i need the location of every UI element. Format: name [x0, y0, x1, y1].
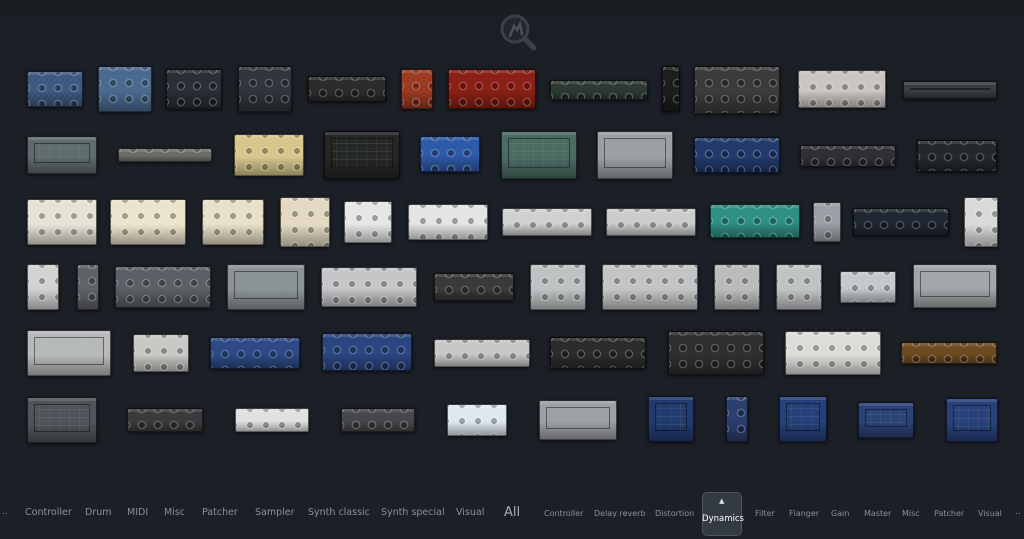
- tab-all[interactable]: All: [504, 505, 520, 520]
- tab-instrument-visual[interactable]: Visual: [456, 507, 484, 518]
- plugin-thumb-orange-tube-unit-6[interactable]: [401, 69, 433, 109]
- plugin-thumb-gray-matrix-19[interactable]: [597, 131, 673, 179]
- plugin-thumb-red-orb-40[interactable]: [434, 273, 514, 301]
- plugin-thumb-gray-mixer-56[interactable]: [27, 397, 97, 443]
- tab-instrument-misc[interactable]: Misc: [164, 507, 185, 518]
- plugin-thumb-black-remote-9[interactable]: [662, 66, 680, 112]
- plugin-thumb-dark-slim-57[interactable]: [127, 408, 203, 432]
- plugin-thumb-cream-knobs-24[interactable]: [110, 199, 186, 245]
- plugin-thumb-light-blue-60[interactable]: [447, 404, 507, 436]
- plugin-thumb-blue-channel-17[interactable]: [420, 136, 480, 172]
- tab-effect-gain[interactable]: Gain: [831, 509, 849, 518]
- plugin-thumb-navy-meter-20[interactable]: [694, 137, 780, 173]
- tab-instrument-drum[interactable]: Drum: [85, 507, 112, 518]
- tab-instrument-midi[interactable]: MIDI: [127, 507, 148, 518]
- plugin-thumb-black-vu-53[interactable]: [668, 331, 764, 375]
- plugin-thumb-silver-meter-unit-11[interactable]: [798, 70, 886, 108]
- plugin-thumb-navy-scope-65[interactable]: [858, 402, 914, 438]
- plugin-thumb-navy-meter-66[interactable]: [946, 398, 998, 442]
- plugin-thumb-silver-meter-39[interactable]: [321, 267, 417, 307]
- tab-effect-distortion[interactable]: Distortion: [655, 509, 694, 518]
- tab-effect-visual[interactable]: Visual: [978, 509, 1002, 518]
- plugin-thumb-dark-slim-59[interactable]: [341, 408, 415, 432]
- plugin-thumb-white-slim-58[interactable]: [235, 408, 309, 432]
- plugin-thumb-silver-slim-29[interactable]: [502, 208, 592, 236]
- tab-instrument-sampler[interactable]: Sampler: [255, 507, 295, 518]
- plugin-thumb-blue-rack-comp-1[interactable]: [27, 71, 83, 107]
- plugin-thumb-silver-knobs-48[interactable]: [133, 334, 189, 372]
- plugin-thumb-gray-knobs-37[interactable]: [115, 266, 211, 308]
- plugin-thumb-white-hardware-28[interactable]: [408, 204, 488, 240]
- plugin-thumb-cream-vu-26[interactable]: [280, 197, 330, 247]
- plugin-thumb-silver-scope-43[interactable]: [714, 264, 760, 310]
- plugin-thumb-blue-eq-49[interactable]: [210, 337, 300, 369]
- tab-effect-dynamics[interactable]: ▲ Dynamics: [702, 492, 744, 536]
- tab-effect-flanger[interactable]: Flanger: [789, 509, 819, 518]
- plugin-thumb-cream-eq-15[interactable]: [234, 134, 304, 176]
- plugin-thumb-teal-delay-31[interactable]: [710, 204, 800, 238]
- plugin-thumb-red-vintage-unit-7[interactable]: [448, 69, 536, 109]
- plugin-thumb-silver-meter-41[interactable]: [530, 264, 586, 310]
- plugin-thumb-brown-knobs-55[interactable]: [901, 342, 997, 364]
- tab-instrument-patcher[interactable]: Patcher: [202, 507, 238, 518]
- tab-effect-patcher[interactable]: Patcher: [934, 509, 964, 518]
- plugin-thumb-light-unit-45[interactable]: [840, 271, 896, 303]
- plugin-thumb-green-slim-unit-8[interactable]: [550, 80, 648, 100]
- tab-effect-delay-reverb[interactable]: Delay reverb: [594, 509, 646, 518]
- plugin-thumb-gray-scope-47[interactable]: [27, 330, 111, 376]
- tab-instrument-controller[interactable]: Controller: [25, 507, 72, 518]
- plugin-thumb-green-scope-38[interactable]: [227, 264, 305, 310]
- tab-effect-misc[interactable]: Misc: [902, 509, 920, 518]
- plugin-thumb-black-strip-21[interactable]: [800, 145, 896, 167]
- plugin-thumb-blue-rack-eq-2[interactable]: [98, 66, 152, 112]
- plugin-thumb-dark-scope-46[interactable]: [913, 264, 997, 308]
- plugin-thumb-silver-meter-44[interactable]: [776, 264, 822, 310]
- tab-effect-filter[interactable]: Filter: [755, 509, 775, 518]
- plugin-thumb-silver-strip-14[interactable]: [118, 148, 212, 162]
- plugin-thumb-black-dark-33[interactable]: [853, 208, 949, 236]
- plugin-thumb-white-vu-54[interactable]: [785, 331, 881, 375]
- plugin-thumb-gray-vu-51[interactable]: [434, 339, 530, 367]
- plugin-thumb-gray-small-36[interactable]: [77, 264, 99, 310]
- plugin-thumb-silver-slim-30[interactable]: [606, 208, 696, 236]
- tab-effect-dynamics-label: Dynamics: [702, 514, 744, 524]
- plugin-thumb-navy-meter-64[interactable]: [779, 396, 827, 442]
- plugin-thumb-black-knob-unit-4[interactable]: [238, 66, 292, 112]
- plugin-thumb-white-tall-34[interactable]: [964, 197, 998, 247]
- plugin-thumb-blue-eq-50[interactable]: [322, 333, 412, 371]
- plugin-thumb-white-vu-eq-23[interactable]: [27, 199, 97, 245]
- scroll-left-marker: ..: [2, 507, 8, 517]
- plugin-thumb-white-tall-35[interactable]: [27, 264, 59, 310]
- plugin-thumb-red-logo-unit-52[interactable]: [550, 337, 646, 369]
- chevron-up-icon: ▲: [719, 497, 725, 505]
- plugin-thumb-navy-meter-62[interactable]: [648, 396, 694, 442]
- plugin-thumb-cream-knobs-25[interactable]: [202, 199, 264, 245]
- tab-effect-master[interactable]: Master: [864, 509, 891, 518]
- tab-instrument-synth-classic[interactable]: Synth classic: [308, 507, 370, 518]
- plugin-thumb-black-mixer-16[interactable]: [324, 131, 400, 179]
- tab-effect-controller[interactable]: Controller: [544, 509, 583, 518]
- plugin-thumb-teal-scope-18[interactable]: [501, 131, 577, 179]
- plugin-thumb-black-knob-unit-3[interactable]: [166, 69, 222, 109]
- plugin-thumb-slim-gray-unit-12[interactable]: [903, 81, 997, 99]
- plugin-thumb-silver-scope-42[interactable]: [602, 264, 698, 310]
- plugin-thumb-navy-tall-63[interactable]: [726, 396, 748, 442]
- plugin-thumb-gray-scope-13[interactable]: [27, 136, 97, 174]
- plugin-thumb-dark-slim-unit-5[interactable]: [308, 76, 386, 102]
- plugin-thumb-gray-meter-61[interactable]: [539, 400, 617, 440]
- plugin-thumb-orb-unit-32[interactable]: [813, 202, 841, 242]
- plugin-grid: [0, 0, 1024, 480]
- tab-instrument-synth-special[interactable]: Synth special: [381, 507, 445, 518]
- plugin-thumb-black-vu-22[interactable]: [917, 140, 997, 172]
- scroll-right-marker: ..: [1015, 507, 1021, 517]
- plugin-thumb-vu-meter-comp-10[interactable]: [694, 66, 780, 114]
- plugin-thumb-white-hardware-27[interactable]: [344, 201, 392, 243]
